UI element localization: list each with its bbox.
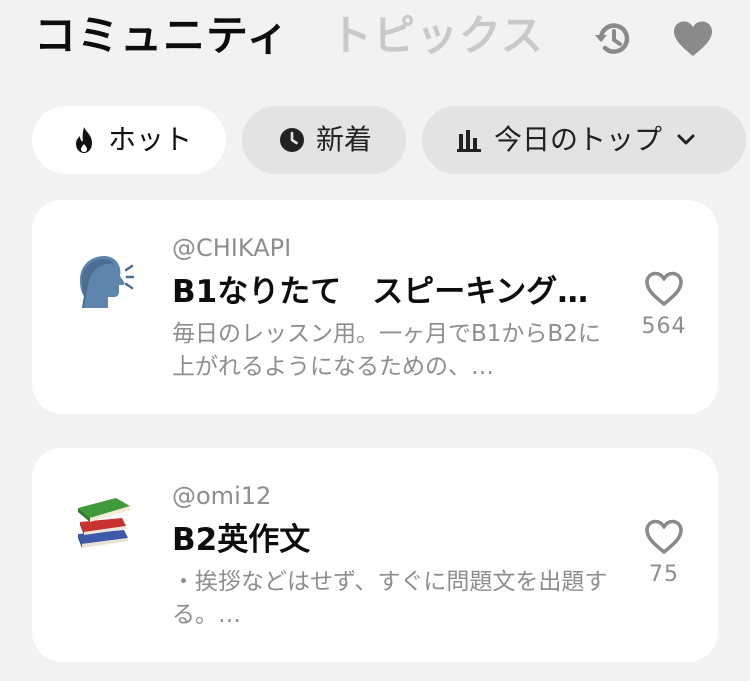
post-card[interactable]: @CHIKAPI B1なりたて スピーキング… 毎日のレッスン用。一ヶ月でB1か… — [32, 200, 718, 414]
post-description: ・挨拶などはせず、すぐに問題文を出題する。… — [172, 569, 608, 628]
bar-chart-icon — [456, 126, 484, 154]
filter-hot-chip[interactable]: ホット — [32, 106, 226, 174]
filter-top-label: 今日のトップ — [494, 123, 663, 156]
post-title: B2英作文 — [172, 522, 311, 558]
heart-outline-icon — [645, 519, 683, 554]
filter-top-dropdown[interactable]: 今日のトップ — [422, 106, 746, 174]
flame-icon — [70, 126, 98, 154]
filter-new-chip[interactable]: 新着 — [242, 106, 406, 174]
history-button[interactable] — [590, 16, 636, 62]
clock-icon — [278, 126, 306, 154]
filter-new-label: 新着 — [316, 123, 373, 156]
post-title: B1なりたて スピーキング… — [172, 274, 589, 310]
heart-icon — [674, 21, 712, 56]
like-button[interactable]: 564 — [628, 270, 700, 339]
books-icon — [72, 492, 134, 554]
post-author: @CHIKAPI — [172, 234, 292, 262]
filter-hot-label: ホット — [108, 123, 193, 156]
post-card[interactable]: @omi12 B2英作文 ・挨拶などはせず、すぐに問題文を出題する。… 75 — [32, 448, 718, 662]
history-icon — [595, 23, 630, 54]
like-count: 564 — [641, 314, 687, 339]
chevron-down-icon — [676, 133, 696, 147]
heart-outline-icon — [645, 271, 683, 306]
post-description: 毎日のレッスン用。一ヶ月でB1からB2に上がれるようになるための、… — [172, 321, 601, 380]
like-button[interactable]: 75 — [628, 518, 700, 587]
header: コミュニティ トピックス — [0, 0, 750, 80]
tab-topics[interactable]: トピックス — [330, 10, 544, 62]
post-author: @omi12 — [172, 482, 272, 510]
favorites-button[interactable] — [670, 16, 716, 62]
speaking-head-icon — [72, 250, 136, 312]
tab-community[interactable]: コミュニティ — [34, 10, 289, 62]
like-count: 75 — [649, 562, 679, 587]
